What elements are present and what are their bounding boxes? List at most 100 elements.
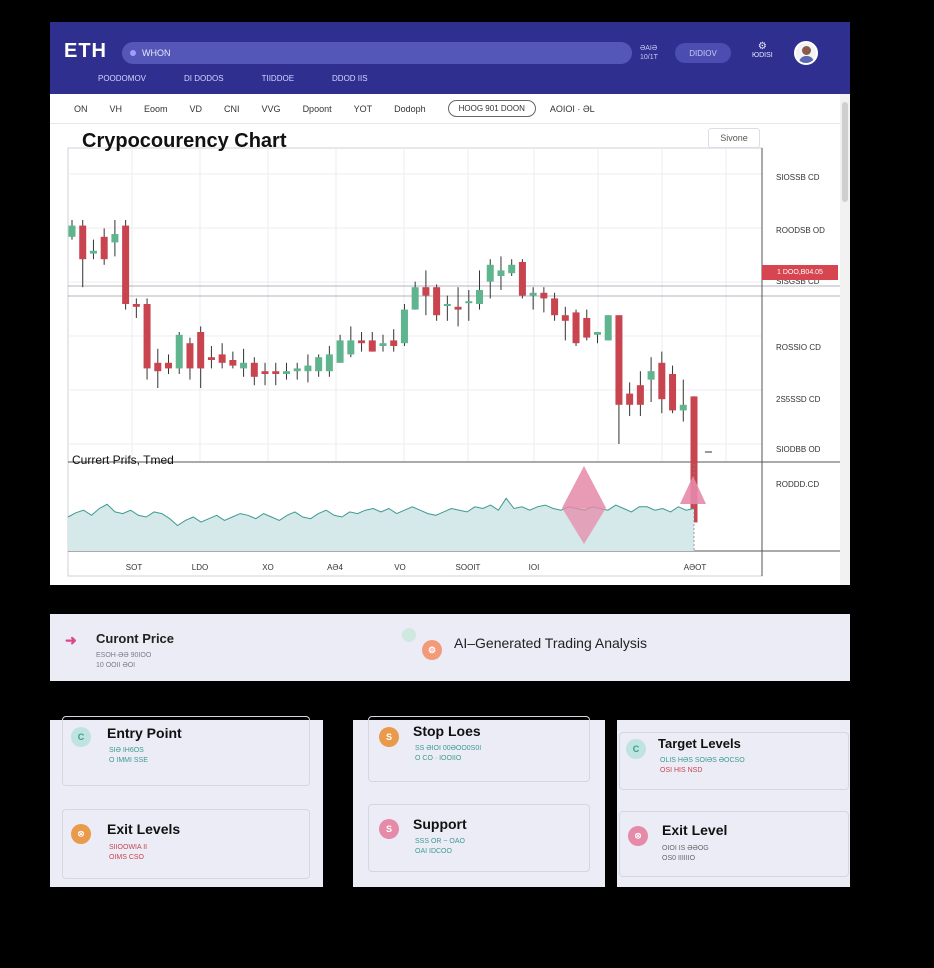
candlestick: [551, 298, 559, 316]
search-bar[interactable]: WHON: [122, 42, 632, 64]
x-axis-label: SOT: [126, 563, 143, 572]
candlestick: [79, 225, 87, 260]
timeframe-tab[interactable]: VD: [190, 104, 203, 114]
nav-link[interactable]: POODOMOV: [98, 74, 146, 83]
candlestick: [165, 362, 173, 369]
candlestick: [593, 332, 601, 335]
current-price-line: 10 OOII ƏOI: [96, 662, 136, 669]
app-logo[interactable]: ETH: [64, 40, 107, 63]
candlestick: [400, 309, 408, 344]
card-value-line: OIMS CSO: [109, 854, 145, 861]
top-bar: ETH WHON ƏAIƏ 10/1T DIDIOV ⚙ ЮDISI POODO…: [50, 22, 850, 94]
candlestick: [561, 315, 569, 321]
price-axis-label: SIOSSB CD: [776, 173, 820, 182]
candlestick: [443, 304, 451, 306]
candlestick: [529, 292, 537, 296]
timeframe-tab[interactable]: ON: [74, 104, 88, 114]
candlestick: [218, 354, 226, 363]
card-value-line: SSS OR ~ OAO: [415, 838, 465, 845]
exit-levels-card[interactable]: ꕕ Exit Levels SIIOOWIA II OIMS CSO: [62, 809, 310, 879]
candlestick: [390, 340, 398, 346]
exit-level-icon: ꕕ: [628, 826, 648, 846]
search-icon: [130, 50, 136, 56]
panel-stop-support: S Stop Loes SS ƏIOI 00ƏOO0S0I O CO · IOO…: [353, 716, 605, 887]
legend-button[interactable]: Sivone: [708, 128, 760, 148]
candlestick: [572, 312, 580, 344]
candlestick: [229, 360, 237, 366]
date-range-button[interactable]: HOOG 901 DOON: [447, 100, 536, 117]
candlestick: [615, 315, 623, 405]
candlestick: [679, 404, 687, 411]
exit-level-card[interactable]: ꕕ Exit Level OIOI IS ƏƏOG OS0 IIIIIIO: [619, 811, 849, 877]
candlestick: [68, 225, 76, 237]
price-axis-label: ROSSIO CD: [776, 343, 821, 352]
candlestick: [282, 371, 290, 374]
candlestick: [111, 234, 119, 243]
x-axis-label: VO: [394, 563, 406, 572]
current-price-title: Curont Price: [96, 631, 175, 646]
candlestick: [100, 236, 108, 260]
timeframe-tab[interactable]: Eoom: [144, 104, 168, 114]
app-window: ETH WHON ƏAIƏ 10/1T DIDIOV ⚙ ЮDISI POODO…: [50, 22, 850, 585]
price-chart[interactable]: SIOSSB CDROODSB ODSISGSB CDROSSIO CD2S5S…: [50, 124, 840, 585]
candlestick: [465, 301, 473, 304]
top-pill-button[interactable]: DIDIOV: [675, 43, 731, 63]
stop-loss-card[interactable]: S Stop Loes SS ƏIOI 00ƏOO0S0I O CO · IOO…: [368, 716, 590, 782]
x-axis-label: XO: [262, 563, 274, 572]
candlestick: [486, 264, 494, 282]
ai-badge-icon: [402, 628, 416, 642]
candlestick: [325, 354, 333, 372]
card-value-line: O CO · IOOIIO: [415, 755, 462, 762]
candlestick: [293, 368, 301, 372]
candlestick: [240, 362, 248, 369]
card-values: SIIOOWIA II OIMS CSO: [109, 843, 147, 863]
timeframe-tab[interactable]: VH: [110, 104, 123, 114]
card-value-line: OSI HIS NSD: [660, 767, 703, 774]
analysis-bar: ➜ Curont Price ESOH·ƏƏ 90IOO 10 OOII ƏOI…: [50, 614, 850, 681]
entry-point-card[interactable]: C Entry Point SIƏ IH6OS O IMMI SSE: [62, 716, 310, 786]
timeframe-tab[interactable]: Dpoont: [303, 104, 332, 114]
search-text: WHON: [142, 48, 171, 58]
card-value-line: OLIS HƏS SOIƏS ƏOCSO: [660, 757, 745, 764]
card-title: Stop Loes: [413, 723, 481, 739]
nav-link[interactable]: TIIDDOE: [262, 74, 294, 83]
exit-icon: ꕕ: [71, 824, 91, 844]
candlestick: [347, 340, 355, 355]
candlestick: [411, 287, 419, 310]
candlestick: [207, 357, 215, 360]
price-axis-label: RODDD.CD: [776, 480, 819, 489]
indicator-label: Currert Prifs, Tmed: [72, 453, 174, 467]
avatar[interactable]: [794, 41, 818, 65]
x-axis-label: AƏ4: [327, 563, 343, 572]
settings-icon[interactable]: ⚙ ЮDISI: [752, 42, 773, 60]
candlestick: [175, 334, 183, 369]
timeframe-tab[interactable]: VVG: [262, 104, 281, 114]
top-meta: ƏAIƏ 10/1T: [640, 44, 658, 62]
top-meta-line: ƏAIƏ: [640, 45, 658, 52]
timeframe-tab[interactable]: Dodoph: [394, 104, 426, 114]
scrollbar-thumb[interactable]: [842, 102, 848, 202]
x-axis-label: LDO: [192, 563, 208, 572]
arrow-right-icon: ➜: [65, 632, 77, 648]
nav-link[interactable]: DDOD IIS: [332, 74, 368, 83]
current-price-line: ESOH·ƏƏ 90IOO: [96, 652, 152, 659]
timeframe-tab[interactable]: YOT: [354, 104, 373, 114]
candlestick: [336, 340, 344, 363]
ai-analysis-title: AI–Generated Trading Analysis: [454, 635, 648, 651]
candlestick: [250, 362, 258, 377]
candlestick: [518, 262, 526, 296]
panel-entry-exit: C Entry Point SIƏ IH6OS O IMMI SSE ꕕ Exi…: [50, 716, 323, 887]
nav-link[interactable]: DI DODOS: [184, 74, 224, 83]
candlestick: [132, 304, 140, 307]
candlestick: [647, 371, 655, 380]
card-values: SSS OR ~ OAO OAI IDCOO: [415, 837, 465, 857]
timeframe-tab[interactable]: CNI: [224, 104, 240, 114]
card-title: Target Levels: [658, 736, 741, 751]
candlestick: [636, 385, 644, 405]
card-value-line: SIƏ IH6OS: [109, 747, 144, 754]
support-card[interactable]: S Support SSS OR ~ OAO OAI IDCOO: [368, 804, 590, 872]
range-extra: AOIOI · ƏL: [549, 103, 595, 114]
candlestick: [368, 340, 376, 352]
target-levels-card[interactable]: C Target Levels OLIS HƏS SOIƏS ƏOCSO OSI…: [619, 732, 849, 790]
card-title: Exit Level: [662, 822, 728, 838]
